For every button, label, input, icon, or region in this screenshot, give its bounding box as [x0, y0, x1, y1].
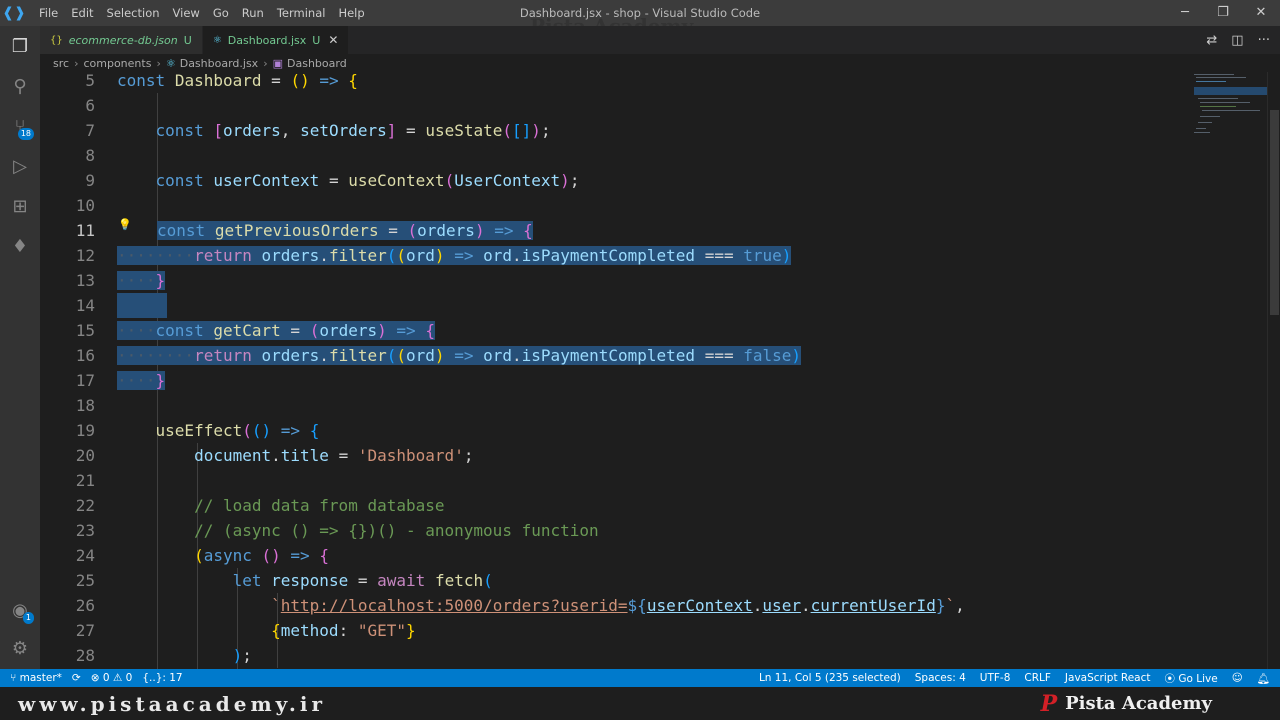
close-window-icon[interactable]: ✕: [1242, 0, 1280, 26]
encoding[interactable]: UTF-8: [980, 672, 1011, 684]
menu-terminal[interactable]: Terminal: [277, 6, 326, 20]
explorer-icon[interactable]: ❐: [0, 28, 40, 64]
breadcrumb-symbol[interactable]: Dashboard: [287, 57, 347, 70]
accounts-badge: 1: [22, 612, 34, 624]
branch-indicator[interactable]: ⑂ master*: [10, 672, 62, 684]
indentation[interactable]: Spaces: 4: [915, 672, 966, 684]
open-changes-icon[interactable]: ⇄: [1206, 33, 1217, 48]
tab-ecommerce-db-json[interactable]: {} ecommerce-db.json U: [40, 26, 203, 54]
react-file-icon: ⚛: [212, 34, 222, 46]
minimap[interactable]: [1194, 72, 1268, 152]
problems-indicator[interactable]: ⊗ 0 ⚠ 0: [91, 672, 133, 684]
source-control-badge: 18: [17, 128, 34, 140]
tab-close-icon[interactable]: ✕: [328, 33, 338, 47]
feedback-icon[interactable]: ☺: [1232, 672, 1243, 684]
chevron-right-icon: ›: [74, 56, 79, 70]
react-file-icon: ⚛: [165, 56, 176, 70]
chevron-right-icon: ›: [263, 56, 268, 70]
mongodb-icon[interactable]: ♦: [0, 228, 40, 264]
run-debug-icon[interactable]: ▷: [0, 148, 40, 184]
menu-run[interactable]: Run: [242, 6, 264, 20]
split-editor-icon[interactable]: ◫: [1231, 33, 1243, 48]
source-control-icon[interactable]: ⑂ 18: [0, 108, 40, 144]
brand-logo: P Pista Academy: [1040, 690, 1212, 717]
editor-actions: ⇄ ◫ ···: [1206, 26, 1270, 54]
website-watermark: www.pistaacademy.ir: [18, 691, 327, 716]
symbol-variable-icon: ▣: [272, 56, 284, 70]
bracket-info: {..}: 17: [142, 672, 183, 684]
language-mode[interactable]: JavaScript React: [1065, 672, 1151, 684]
pista-logo-icon: P: [1040, 690, 1058, 717]
tab-label: Dashboard.jsx: [227, 33, 307, 47]
tab-label: ecommerce-db.json: [68, 33, 178, 47]
line-ending[interactable]: CRLF: [1024, 672, 1051, 684]
menu-help[interactable]: Help: [338, 6, 364, 20]
breadcrumb-src[interactable]: src: [53, 57, 69, 70]
scrollbar-thumb[interactable]: [1270, 110, 1279, 315]
breadcrumb-file[interactable]: Dashboard.jsx: [180, 57, 258, 70]
status-right: Ln 11, Col 5 (235 selected) Spaces: 4 UT…: [759, 669, 1270, 687]
status-bar: ⑂ master* ⟳ ⊗ 0 ⚠ 0 {..}: 17 Ln 11, Col …: [0, 669, 1280, 687]
code-editor[interactable]: 💡 5 const Dashboard = () => { 6 7 const […: [40, 72, 1280, 669]
vscode-logo-icon: ❰❱: [2, 5, 26, 21]
json-file-icon: {}: [50, 34, 63, 46]
minimize-icon[interactable]: ─: [1166, 0, 1204, 26]
accounts-icon[interactable]: ◉ 1: [0, 592, 40, 628]
notifications-bell-icon[interactable]: 🔔︎: [1257, 672, 1270, 685]
cursor-position[interactable]: Ln 11, Col 5 (235 selected): [759, 672, 901, 684]
extensions-icon[interactable]: ⊞: [0, 188, 40, 224]
tab-status: U: [312, 33, 321, 47]
settings-gear-icon[interactable]: ⚙: [0, 630, 40, 666]
menu-file[interactable]: File: [39, 6, 58, 20]
breadcrumb-components[interactable]: components: [83, 57, 151, 70]
window-controls: ─ ❐ ✕: [1166, 0, 1280, 26]
vertical-scrollbar[interactable]: [1267, 72, 1280, 669]
menu-edit[interactable]: Edit: [71, 6, 93, 20]
menu-view[interactable]: View: [173, 6, 200, 20]
search-icon[interactable]: ⚲: [0, 68, 40, 104]
tab-dashboard-jsx[interactable]: ⚛ Dashboard.jsx U ✕: [202, 26, 350, 54]
tab-status: U: [183, 33, 192, 47]
activity-bar: ❐ ⚲ ⑂ 18 ▷ ⊞ ♦ ◉ 1 ⚙: [0, 26, 40, 669]
sync-icon[interactable]: ⟳: [72, 672, 81, 684]
video-footer: www.pistaacademy.ir P Pista Academy: [0, 687, 1280, 720]
more-actions-icon[interactable]: ···: [1258, 33, 1270, 48]
menu-selection[interactable]: Selection: [107, 6, 160, 20]
editor-tabs: {} ecommerce-db.json U ⚛ Dashboard.jsx U…: [40, 26, 1280, 54]
go-live-button[interactable]: ⦿ Go Live: [1165, 671, 1218, 686]
menu-go[interactable]: Go: [213, 6, 229, 20]
chevron-right-icon: ›: [156, 56, 161, 70]
menu-bar: File Edit Selection View Go Run Terminal…: [28, 6, 367, 20]
title-bar: ❰❱ File Edit Selection View Go Run Termi…: [0, 0, 1280, 26]
restore-icon[interactable]: ❐: [1204, 0, 1242, 26]
breadcrumb: src › components › ⚛ Dashboard.jsx › ▣ Dashbo…: [40, 54, 1280, 72]
